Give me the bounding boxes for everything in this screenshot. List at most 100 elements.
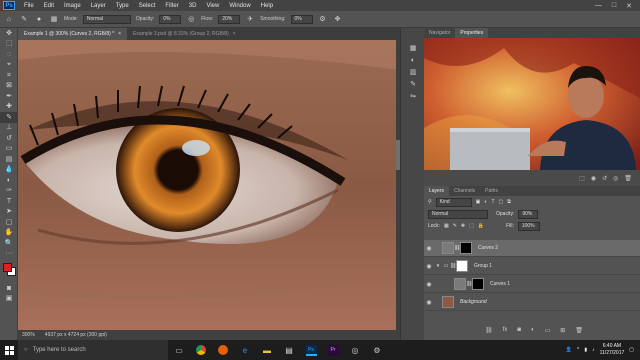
filter-shape-icon[interactable]: ▢ [499, 199, 504, 205]
symmetry-icon[interactable]: ✥ [333, 14, 343, 24]
tab-layers[interactable]: Layers [424, 186, 450, 196]
mask-thumbnail[interactable] [472, 278, 484, 290]
blend-mode-select[interactable]: Normal [428, 209, 488, 219]
clone-stamp-icon[interactable]: ⊥ [0, 123, 18, 134]
menu-layer[interactable]: Layer [86, 3, 111, 9]
history-brush-icon[interactable]: ↺ [0, 133, 18, 144]
zoom-level[interactable]: 300% [22, 332, 35, 338]
lock-pixels-icon[interactable]: ▦ [444, 223, 449, 229]
people-icon[interactable]: 👤 [566, 347, 572, 353]
tab-example-3[interactable]: Example 3.psd @ 8.33% (Group 2, RGB/8) × [127, 28, 242, 40]
task-view-icon[interactable]: ▭ [168, 340, 190, 360]
steam-icon[interactable]: ⚙ [366, 340, 388, 360]
lock-position-icon[interactable]: ✥ [461, 223, 465, 229]
eye-icon[interactable]: ◉ [424, 263, 434, 270]
layer-curves-1[interactable]: ◉ ⛓ Curves 1 [424, 276, 640, 293]
adjustments-panel-icon[interactable]: ◐ [401, 54, 425, 66]
menu-help[interactable]: Help [256, 3, 278, 9]
pen-tool-icon[interactable]: ✑ [0, 186, 18, 197]
tab-paths[interactable]: Paths [480, 186, 503, 196]
menu-edit[interactable]: Edit [39, 3, 59, 9]
filter-smart-icon[interactable]: ⧉ [507, 199, 511, 205]
airbrush-icon[interactable]: ✈ [245, 14, 255, 24]
close-button[interactable]: ✕ [626, 2, 632, 10]
eye-icon[interactable]: ◉ [424, 245, 434, 252]
document-canvas[interactable] [18, 40, 400, 330]
eraser-icon[interactable]: ▭ [0, 144, 18, 155]
opacity-field[interactable]: 0% [159, 14, 182, 24]
crop-tool-icon[interactable]: ⌗ [0, 70, 18, 81]
add-mask-icon[interactable]: ◙ [517, 327, 521, 333]
visibility-icon[interactable]: ◎ [613, 175, 618, 182]
notifications-icon[interactable]: ▢ [629, 347, 634, 353]
menu-window[interactable]: Window [224, 3, 255, 9]
close-tab-icon[interactable]: × [233, 31, 236, 37]
tab-navigator[interactable]: Navigator [424, 28, 455, 38]
menu-file[interactable]: File [19, 3, 39, 9]
screen-mode-icon[interactable]: ▣ [0, 294, 18, 305]
clock[interactable]: 6:40 AM 11/27/2017 [600, 343, 625, 357]
link-layers-icon[interactable]: ⛓ [485, 327, 493, 334]
layer-background[interactable]: ◉ Background [424, 294, 640, 311]
new-layer-icon[interactable]: ⊞ [560, 327, 565, 334]
foreground-color-swatch[interactable] [3, 263, 12, 272]
blur-tool-icon[interactable]: 💧 [0, 165, 18, 176]
brush-size-icon[interactable]: ● [34, 14, 44, 24]
home-icon[interactable]: ⌂ [4, 14, 14, 24]
filter-adjustment-icon[interactable]: ◐ [484, 199, 487, 205]
tab-example-1[interactable]: Example 1 @ 300% (Curves 2, RGB/8) * × [18, 28, 128, 40]
path-select-icon[interactable]: ➤ [0, 207, 18, 218]
lasso-tool-icon[interactable]: ◌ [0, 49, 18, 60]
tab-channels[interactable]: Channels [449, 186, 480, 196]
brush-panel-icon[interactable]: ✎ [401, 78, 425, 90]
menu-3d[interactable]: 3D [184, 3, 202, 9]
taskbar-search-input[interactable]: ○ Type here to search [18, 340, 168, 360]
type-tool-icon[interactable]: T [0, 196, 18, 207]
gear-icon[interactable]: ⚙ [318, 14, 328, 24]
group-mask-thumbnail[interactable] [456, 260, 468, 272]
gradient-tool-icon[interactable]: ▤ [0, 154, 18, 165]
marquee-tool-icon[interactable]: ⬚ [0, 39, 18, 50]
delete-layer-icon[interactable]: 🗑 [575, 327, 583, 334]
kind-filter-select[interactable]: Kind [435, 197, 472, 207]
photoshop-taskbar-icon[interactable]: Ps [300, 340, 322, 360]
view-previous-icon[interactable]: ◉ [591, 175, 596, 182]
rectangle-tool-icon[interactable]: ▢ [0, 217, 18, 228]
chrome-icon[interactable] [190, 340, 212, 360]
eyedropper-icon[interactable]: ✒ [0, 91, 18, 102]
network-icon[interactable]: ▮ [584, 347, 587, 353]
eye-icon[interactable]: ◉ [424, 281, 434, 288]
filter-pixel-icon[interactable]: ▣ [476, 199, 481, 205]
menu-image[interactable]: Image [59, 3, 86, 9]
menu-view[interactable]: View [201, 3, 224, 9]
layer-opacity-field[interactable]: 90% [518, 209, 539, 219]
more-tools-icon[interactable]: ··· [0, 249, 18, 260]
lock-paint-icon[interactable]: ✎ [453, 223, 457, 229]
mode-select[interactable]: Normal [82, 14, 131, 24]
new-adjustment-icon[interactable]: ◐ [531, 327, 535, 333]
brush-settings-icon[interactable]: ▦ [49, 14, 59, 24]
mask-thumbnail[interactable] [460, 242, 472, 254]
color-panel-icon[interactable]: ▥ [401, 66, 425, 78]
menu-type[interactable]: Type [111, 3, 134, 9]
quick-mask-icon[interactable]: ◙ [0, 283, 18, 294]
lock-all-icon[interactable]: 🔒 [478, 223, 484, 229]
reset-icon[interactable]: ↺ [602, 175, 607, 182]
pressure-opacity-icon[interactable]: ◎ [186, 14, 196, 24]
move-tool-icon[interactable]: ✥ [0, 28, 18, 39]
history-panel-icon[interactable]: ▦ [401, 42, 425, 54]
hand-tool-icon[interactable]: ✋ [0, 228, 18, 239]
frame-tool-icon[interactable]: ⊠ [0, 81, 18, 92]
file-explorer-icon[interactable]: ▬ [256, 340, 278, 360]
close-tab-icon[interactable]: × [118, 31, 121, 37]
layer-curves-2[interactable]: ◉ ⛓ Curves 2 [424, 240, 640, 257]
smoothing-field[interactable]: 0% [290, 14, 313, 24]
tab-properties[interactable]: Properties [455, 28, 489, 38]
store-icon[interactable]: ▤ [278, 340, 300, 360]
obs-icon[interactable]: ◎ [344, 340, 366, 360]
brush-tool-icon[interactable]: ✎ [0, 112, 18, 123]
fill-field[interactable]: 100% [517, 221, 540, 231]
volume-icon[interactable]: ♪ [592, 347, 595, 353]
layer-style-icon[interactable]: fx [503, 327, 508, 333]
brush-tool-icon[interactable]: ✎ [19, 14, 29, 24]
